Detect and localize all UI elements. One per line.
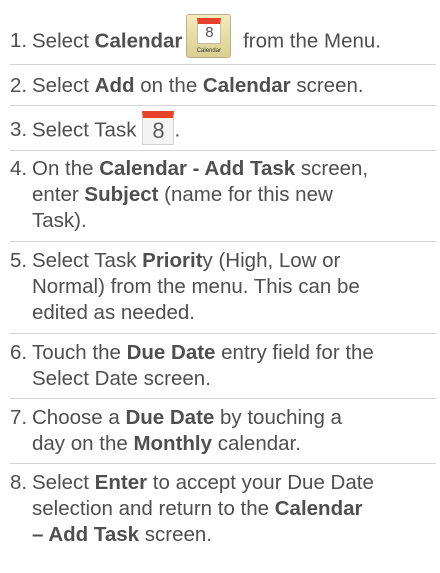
step-text: enter xyxy=(32,183,85,206)
step-1: 1. Select Calendar 8 Calendar from the Menu… xyxy=(10,14,438,64)
divider xyxy=(10,333,436,334)
divider xyxy=(10,463,436,464)
step-line: Select Date screen. xyxy=(32,367,211,390)
step-text: from the Menu. xyxy=(237,29,381,53)
divider xyxy=(10,398,436,399)
step-keyword: Calendar - Add Task xyxy=(99,157,296,180)
divider xyxy=(10,241,436,242)
step-text: Select xyxy=(32,74,95,97)
step-number: 1. xyxy=(10,29,28,53)
instructions-page: 1. Select Calendar 8 Calendar from the Menu… xyxy=(0,0,440,573)
step-line: Normal) from the menu. This can be xyxy=(32,275,360,298)
step-text: (name for this new xyxy=(158,183,333,206)
step-3: 3. Select Task 8. xyxy=(10,111,438,148)
step-keyword: Add xyxy=(94,74,135,97)
step-text: Select Task xyxy=(32,118,137,142)
step-keyword: Priorit xyxy=(142,249,203,272)
step-text: Touch the xyxy=(32,341,127,364)
step-text: screen. xyxy=(139,523,213,546)
step-text: selection and return to the xyxy=(32,497,275,520)
step-keyword: Due Date xyxy=(126,341,216,364)
step-7: 7. Choose a Due Date by touching a day on… xyxy=(10,405,438,457)
step-line: edited as needed. xyxy=(32,301,195,324)
step-number: 3. xyxy=(10,118,28,142)
step-text: on the xyxy=(134,74,203,97)
step-line: – Add Task screen. xyxy=(10,522,438,548)
step-text: On the xyxy=(32,157,100,180)
step-text: entry field for the xyxy=(215,341,374,364)
step-text: Select xyxy=(32,29,95,53)
step-8: 8. Select Enter to accept your Due Date s… xyxy=(10,470,438,548)
step-4: 4. On the Calendar - Add Task screen, ent… xyxy=(10,156,438,234)
step-text: to accept your Due Date xyxy=(147,471,374,494)
step-text: screen. xyxy=(290,74,364,97)
divider xyxy=(10,64,436,65)
step-number: 8. xyxy=(10,471,28,494)
step-text: by touching a xyxy=(214,406,342,429)
step-keyword: Due Date xyxy=(125,406,215,429)
step-text: Choose a xyxy=(32,406,126,429)
step-number: 6. xyxy=(10,341,28,364)
step-keyword: Enter xyxy=(94,471,148,494)
divider xyxy=(10,150,436,151)
calendar-icon: 8 Calendar xyxy=(186,14,232,58)
step-text: Select xyxy=(32,471,95,494)
step-6: 6. Touch the Due Date entry field for the… xyxy=(10,340,438,392)
step-number: 5. xyxy=(10,249,28,272)
step-keyword: – Add Task xyxy=(32,523,140,546)
step-text: y (High, Low or xyxy=(202,249,341,272)
step-line: enter Subject (name for this new xyxy=(10,182,438,208)
step-text: calendar. xyxy=(212,432,301,455)
step-text: . xyxy=(174,118,181,142)
step-line: selection and return to the Calendar xyxy=(10,496,438,522)
step-line: Task). xyxy=(32,209,87,232)
step-keyword: Monthly xyxy=(133,432,213,455)
divider xyxy=(10,105,436,106)
step-number: 7. xyxy=(10,406,28,429)
calendar-page-glyph: 8 xyxy=(197,18,222,44)
step-number: 2. xyxy=(10,74,28,97)
step-2: 2. Select Add on the Calendar screen. xyxy=(10,73,438,99)
step-text: screen, xyxy=(295,157,369,180)
calendar-icon-caption: Calendar xyxy=(196,48,222,54)
step-5: 5. Select Task Priority (High, Low or Nor… xyxy=(10,248,438,326)
step-keyword: Subject xyxy=(84,183,159,206)
step-text: day on the xyxy=(32,432,134,455)
step-text: Select Task xyxy=(32,249,143,272)
step-keyword: Calendar xyxy=(274,497,363,520)
task-icon: 8 xyxy=(142,111,175,145)
step-keyword: Calendar xyxy=(202,74,291,97)
step-keyword: Calendar xyxy=(94,29,183,53)
step-line: day on the Monthly calendar. xyxy=(10,431,438,457)
step-number: 4. xyxy=(10,157,28,180)
